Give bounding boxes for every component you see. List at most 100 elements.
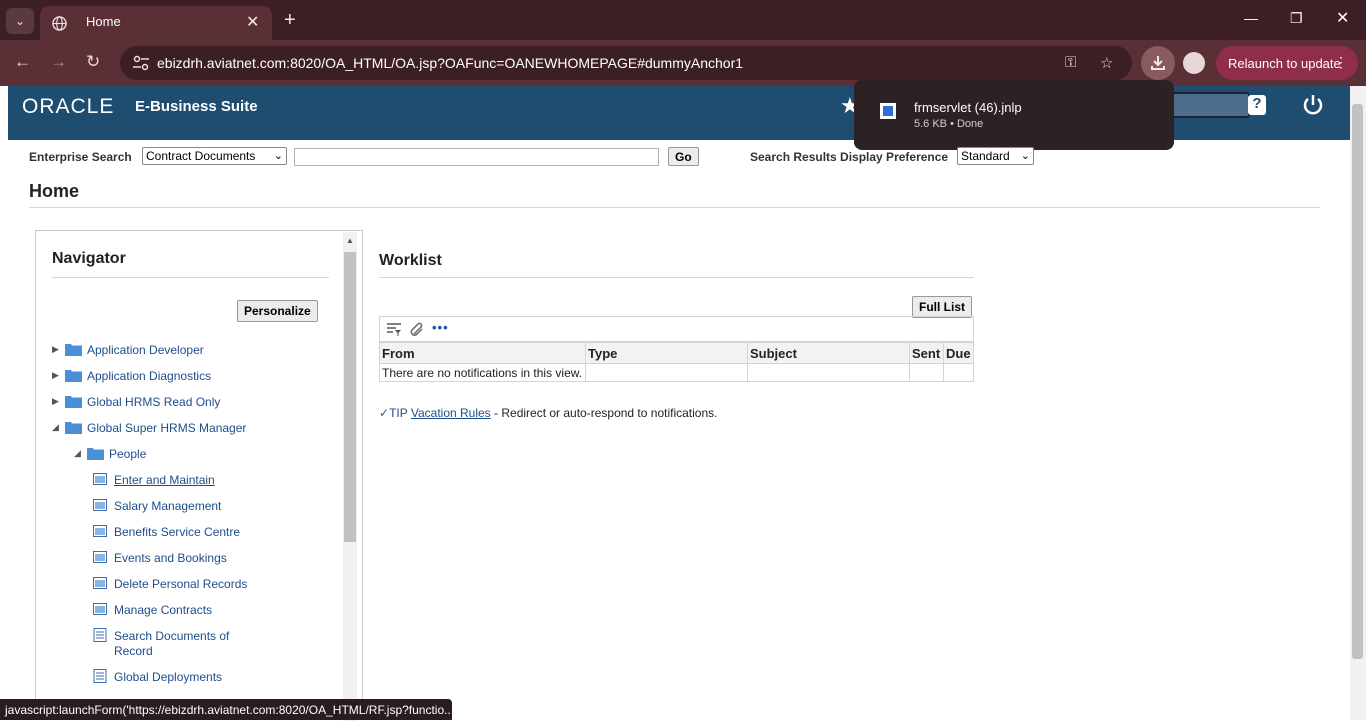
table-cell (747, 363, 910, 382)
full-list-button[interactable]: Full List (912, 296, 972, 318)
relaunch-label: Relaunch to update (1228, 56, 1341, 71)
nav-item-delete-personal-records[interactable]: Delete Personal Records (114, 577, 247, 591)
page-title: Home (29, 181, 80, 201)
close-tab-icon[interactable]: ✕ (246, 12, 259, 32)
vacation-rules-link[interactable]: Vacation Rules (411, 406, 491, 420)
folder-icon (65, 370, 82, 382)
address-bar[interactable]: ebizdrh.aviatnet.com:8020/OA_HTML/OA.jsp… (120, 46, 1132, 80)
nav-item-search-documents-of-record-line2[interactable]: Record (114, 644, 153, 658)
profile-avatar-icon[interactable] (1183, 52, 1205, 74)
nav-item-benefits-service-centre[interactable]: Benefits Service Centre (114, 525, 240, 539)
scroll-thumb[interactable] (344, 252, 356, 542)
download-status: 5.6 KB • Done (914, 118, 984, 130)
user-box[interactable] (1172, 92, 1250, 118)
nav-item-salary-management[interactable]: Salary Management (114, 499, 221, 513)
divider (29, 207, 1320, 208)
divider (52, 277, 329, 278)
downloads-button[interactable] (1141, 46, 1175, 80)
column-header-subject[interactable]: Subject (747, 342, 910, 364)
more-actions-icon[interactable]: ••• (432, 320, 449, 335)
expand-arrow-icon[interactable]: ▶ (52, 370, 59, 381)
more-menu-icon[interactable]: ⋮ (1334, 54, 1348, 71)
nav-item-enter-and-maintain[interactable]: Enter and Maintain (114, 473, 215, 487)
search-label: Enterprise Search (29, 150, 132, 164)
chevron-down-icon: ⌄ (1020, 150, 1030, 162)
navigator-panel: Navigator Personalize ▶ Application Deve… (35, 230, 363, 721)
notifications-table: From Type Subject Sent Due There are no … (379, 342, 974, 382)
nav-item-people[interactable]: People (109, 447, 146, 461)
restore-icon[interactable]: ❐ (1290, 10, 1303, 27)
nav-item-manage-contracts[interactable]: Manage Contracts (114, 603, 212, 617)
worklist-title: Worklist (379, 252, 442, 269)
filter-icon[interactable] (386, 322, 402, 337)
site-settings-icon[interactable] (132, 55, 150, 71)
browser-tab-home[interactable]: Home ✕ (40, 6, 272, 40)
nav-item-application-diagnostics[interactable]: Application Diagnostics (87, 369, 211, 383)
tab-search-button[interactable]: ⌄ (6, 8, 34, 34)
tip-prefix: TIP (389, 406, 408, 420)
column-header-due[interactable]: Due (943, 342, 974, 364)
table-cell (909, 363, 944, 382)
expand-arrow-icon[interactable]: ▶ (52, 396, 59, 407)
table-cell (585, 363, 748, 382)
folder-icon (65, 422, 82, 434)
help-icon[interactable]: ? (1248, 95, 1266, 115)
page-scrollbar[interactable] (1350, 86, 1366, 720)
download-popup[interactable]: frmservlet (46).jnlp 5.6 KB • Done (854, 80, 1174, 150)
folder-icon (65, 396, 82, 408)
table-row: There are no notifications in this view. (379, 363, 974, 382)
download-icon (1151, 56, 1165, 70)
display-preference-select[interactable]: Standard ⌄ (957, 147, 1034, 165)
scroll-up-icon[interactable]: ▲ (346, 236, 354, 245)
back-icon[interactable]: ← (14, 52, 31, 72)
form-function-icon (93, 551, 107, 563)
attachment-clip-icon[interactable] (410, 322, 425, 337)
minimize-icon[interactable]: — (1244, 10, 1258, 26)
download-filename: frmservlet (46).jnlp (914, 100, 1022, 115)
reload-icon[interactable]: ↻ (86, 52, 100, 72)
tip-text: - Redirect or auto-respond to notificati… (490, 406, 718, 420)
nav-item-application-developer[interactable]: Application Developer (87, 343, 204, 357)
navigator-scrollbar[interactable]: ▲ (343, 232, 357, 721)
form-function-icon (93, 525, 107, 537)
go-button[interactable]: Go (668, 147, 699, 166)
document-icon (93, 628, 107, 642)
oracle-logo: ORACLE (22, 95, 115, 118)
folder-icon (65, 344, 82, 356)
column-header-from[interactable]: From (379, 342, 586, 364)
empty-message: There are no notifications in this view. (379, 363, 586, 382)
close-window-icon[interactable]: ✕ (1336, 8, 1349, 28)
browser-status-bar: javascript:launchForm('https://ebizdrh.a… (0, 699, 452, 720)
logout-power-icon[interactable] (1301, 93, 1325, 117)
expand-arrow-icon[interactable]: ▶ (52, 344, 59, 355)
vacation-tip: ✓TIP Vacation Rules - Redirect or auto-r… (379, 406, 717, 420)
personalize-button[interactable]: Personalize (237, 300, 318, 322)
search-category-select[interactable]: Contract Documents ⌄ (142, 147, 287, 165)
column-header-sent[interactable]: Sent (909, 342, 944, 364)
worklist-toolbar: ••• (379, 316, 974, 342)
new-tab-icon[interactable]: + (284, 9, 296, 32)
tip-check-icon: ✓ (379, 406, 390, 420)
password-key-icon[interactable]: ⚿ (1065, 54, 1076, 71)
form-function-icon (93, 499, 107, 511)
relaunch-button[interactable]: Relaunch to update ⋮ (1216, 46, 1358, 80)
page-scroll-thumb[interactable] (1352, 104, 1363, 659)
form-function-icon (93, 603, 107, 615)
bookmark-star-icon[interactable]: ☆ (1100, 54, 1113, 72)
nav-item-global-super-hrms-manager[interactable]: Global Super HRMS Manager (87, 421, 246, 435)
folder-icon (87, 448, 104, 460)
collapse-arrow-icon[interactable]: ◢ (52, 422, 59, 433)
suite-name: E-Business Suite (135, 98, 258, 115)
nav-item-events-and-bookings[interactable]: Events and Bookings (114, 551, 227, 565)
navigator-title: Navigator (52, 250, 126, 267)
table-cell (943, 363, 974, 382)
nav-item-global-deployments[interactable]: Global Deployments (114, 670, 222, 684)
form-function-icon (93, 473, 107, 485)
display-preference-label: Search Results Display Preference (750, 150, 949, 164)
forward-icon[interactable]: → (50, 52, 67, 72)
nav-item-search-documents-of-record[interactable]: Search Documents of (114, 629, 229, 643)
nav-item-global-hrms-read-only[interactable]: Global HRMS Read Only (87, 395, 220, 409)
collapse-arrow-icon[interactable]: ◢ (74, 448, 81, 459)
search-input[interactable] (294, 148, 659, 166)
column-header-type[interactable]: Type (585, 342, 748, 364)
